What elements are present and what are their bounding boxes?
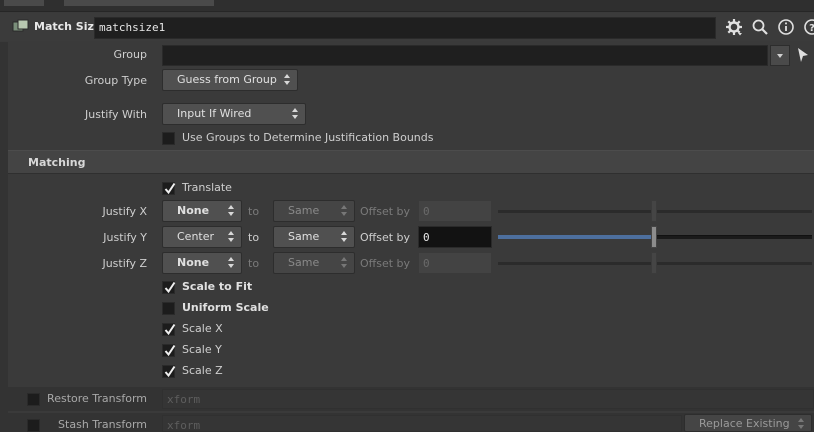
group-type-menu[interactable]: Guess from Group — [162, 69, 298, 91]
use-groups-checkbox[interactable] — [162, 132, 175, 145]
offset-z-field[interactable]: 0 — [418, 252, 492, 274]
help-icon[interactable]: ? — [803, 18, 814, 36]
justify-z-offset-label: Offset by — [360, 257, 411, 270]
justify-x-label: Justify X — [102, 205, 147, 218]
group-dropdown-button[interactable] — [770, 45, 790, 66]
translate-checkbox[interactable] — [162, 182, 176, 195]
offset-y-slider-fill — [498, 235, 654, 239]
gear-icon[interactable] — [725, 18, 743, 36]
scale-y-label: Scale Y — [182, 343, 222, 356]
checkmark-icon — [164, 182, 176, 195]
offset-x-slider-handle[interactable] — [651, 200, 657, 222]
group-type-value: Guess from Group — [177, 73, 277, 86]
scale-to-fit-checkbox[interactable] — [162, 281, 176, 294]
stash-mode-value: Replace Existing — [699, 417, 790, 430]
match-size-node-icon — [12, 19, 30, 33]
up-down-arrows-icon — [341, 257, 348, 269]
up-down-arrows-icon — [228, 205, 235, 217]
stash-transform-checkbox[interactable] — [27, 419, 40, 432]
justify-with-label: Justify With — [85, 108, 147, 121]
restore-transform-checkbox[interactable] — [27, 393, 40, 406]
checkmark-icon — [164, 365, 176, 378]
restore-transform-field[interactable]: xform — [162, 389, 814, 409]
up-down-arrows-icon — [798, 418, 805, 430]
scale-x-checkbox[interactable] — [162, 323, 176, 336]
justify-with-value: Input If Wired — [177, 107, 252, 120]
group-type-label: Group Type — [84, 74, 147, 87]
justify-y-offset-label: Offset by — [360, 231, 411, 244]
scale-to-fit-label: Scale to Fit — [182, 280, 253, 293]
justify-y-label: Justify Y — [103, 231, 147, 244]
checkmark-icon — [164, 281, 176, 294]
left-gutter — [0, 42, 8, 432]
up-down-arrows-icon — [284, 74, 291, 86]
offset-x-field[interactable]: 0 — [418, 200, 492, 222]
justify-x-menu[interactable]: None — [162, 200, 242, 222]
up-down-arrows-icon — [292, 108, 299, 120]
stash-transform-label: Stash Transform — [58, 418, 147, 431]
justify-y-value: Center — [177, 230, 215, 243]
justify-z-to-value: Same — [288, 256, 320, 269]
checkmark-icon — [164, 344, 176, 357]
justify-x-to-menu[interactable]: Same — [273, 200, 355, 222]
chevron-down-icon — [777, 54, 783, 58]
scale-x-label: Scale X — [182, 322, 223, 335]
stash-transform-field[interactable]: xform — [162, 415, 682, 432]
justify-with-menu[interactable]: Input If Wired — [162, 103, 306, 125]
uniform-scale-label: Uniform Scale — [182, 301, 269, 314]
translate-label: Translate — [182, 181, 232, 194]
node-name-field[interactable]: matchsize1 — [94, 17, 716, 39]
justify-z-menu[interactable]: None — [162, 252, 242, 274]
up-down-arrows-icon — [228, 231, 235, 243]
up-down-arrows-icon — [341, 231, 348, 243]
justify-z-label: Justify Z — [102, 257, 147, 270]
node-type-label: Match Size — [34, 20, 102, 33]
matching-section-header[interactable]: Matching — [8, 150, 814, 174]
offset-z-slider-handle[interactable] — [651, 252, 657, 274]
justify-z-to-menu[interactable]: Same — [273, 252, 355, 274]
stash-mode-menu[interactable]: Replace Existing — [684, 414, 812, 432]
justify-y-to-label: to — [248, 231, 260, 244]
justify-y-menu[interactable]: Center — [162, 226, 242, 248]
up-down-arrows-icon — [228, 257, 235, 269]
tab-strip — [0, 0, 814, 12]
justify-x-value: None — [177, 204, 210, 217]
scale-z-checkbox[interactable] — [162, 365, 176, 378]
scale-y-checkbox[interactable] — [162, 344, 176, 357]
info-icon[interactable] — [777, 18, 795, 36]
justify-y-to-menu[interactable]: Same — [273, 226, 355, 248]
restore-transform-label: Restore Transform — [47, 392, 147, 405]
justify-z-value: None — [177, 256, 210, 269]
justify-z-to-label: to — [248, 257, 260, 270]
justify-y-to-value: Same — [288, 230, 320, 243]
checkmark-icon — [164, 323, 176, 336]
offset-y-field[interactable]: 0 — [418, 226, 492, 248]
matching-section-title: Matching — [28, 156, 86, 169]
uniform-scale-checkbox[interactable] — [162, 302, 175, 315]
svg-text:?: ? — [809, 23, 814, 34]
select-arrow-icon[interactable] — [796, 47, 810, 63]
tab-fragment[interactable] — [4, 0, 44, 6]
up-down-arrows-icon — [341, 205, 348, 217]
justify-x-to-label: to — [248, 205, 260, 218]
scale-z-label: Scale Z — [182, 364, 223, 377]
search-icon[interactable] — [751, 18, 769, 36]
group-label: Group — [113, 48, 148, 61]
justify-x-offset-label: Offset by — [360, 205, 411, 218]
group-field[interactable] — [162, 45, 768, 66]
tab-fragment[interactable] — [64, 0, 214, 6]
offset-y-slider-handle[interactable] — [651, 226, 657, 248]
use-groups-label: Use Groups to Determine Justification Bo… — [182, 131, 434, 144]
justify-x-to-value: Same — [288, 204, 320, 217]
